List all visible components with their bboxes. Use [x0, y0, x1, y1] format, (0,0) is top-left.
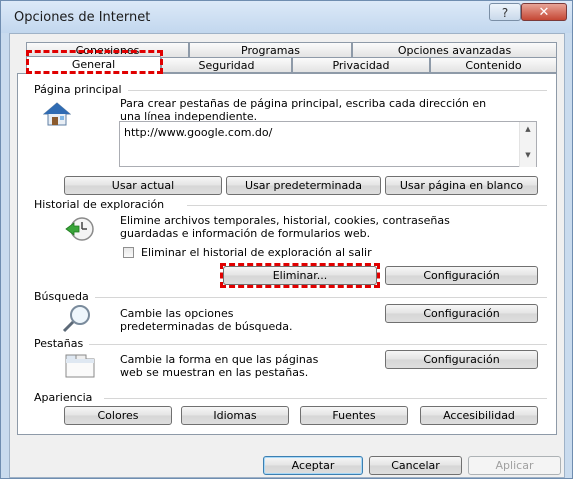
tab-opciones-avanzadas[interactable]: Opciones avanzadas: [352, 42, 557, 58]
use-blank-button[interactable]: Usar página en blanco: [385, 176, 538, 195]
languages-button[interactable]: Idiomas: [181, 406, 289, 425]
search-section-label: Búsqueda: [34, 290, 95, 303]
scroll-down-icon[interactable]: ▼: [520, 151, 536, 159]
home-description: Para crear pestañas de página principal,…: [120, 97, 486, 123]
ok-button[interactable]: Aceptar: [263, 456, 363, 475]
delete-on-exit-label[interactable]: Eliminar el historial de exploración al …: [141, 246, 372, 259]
highlight-general-tab: [26, 50, 163, 74]
tabs-section-label: Pestañas: [34, 337, 90, 350]
delete-on-exit-checkbox[interactable]: [123, 247, 134, 258]
tabs-desc-line1: Cambie la forma en que las páginas: [120, 353, 319, 366]
textarea-scrollbar[interactable]: ▲ ▼: [519, 122, 536, 167]
tab-seguridad[interactable]: Seguridad: [161, 57, 292, 73]
title-bar[interactable]: Opciones de Internet ? ✕: [1, 1, 572, 33]
history-desc-line2: guardadas e información de formularios w…: [120, 227, 371, 240]
history-clock-icon: [65, 215, 95, 243]
scroll-up-icon[interactable]: ▲: [520, 125, 536, 133]
magnifier-icon: [61, 304, 93, 334]
search-description: Cambie las opciones predeterminadas de b…: [120, 307, 293, 333]
home-section-label: Página principal: [34, 83, 128, 96]
tab-privacidad[interactable]: Privacidad: [292, 57, 430, 73]
fonts-button[interactable]: Fuentes: [300, 406, 408, 425]
home-page-textarea[interactable]: http://www.google.com.do/ ▲ ▼: [119, 121, 537, 167]
search-desc-line2: predeterminadas de búsqueda.: [120, 320, 293, 333]
colors-button[interactable]: Colores: [64, 406, 172, 425]
apply-button[interactable]: Aplicar: [468, 456, 561, 475]
tabs-window-icon: [65, 354, 95, 378]
history-section-label: Historial de exploración: [34, 198, 171, 211]
house-icon: [42, 101, 72, 127]
appearance-section-label: Apariencia: [34, 391, 99, 404]
divider: [104, 398, 547, 399]
tab-contenido[interactable]: Contenido: [430, 57, 557, 73]
history-description: Elimine archivos temporales, historial, …: [120, 214, 450, 240]
history-settings-button[interactable]: Configuración: [385, 266, 538, 285]
close-button[interactable]: ✕: [521, 3, 567, 21]
accessibility-button[interactable]: Accesibilidad: [420, 406, 538, 425]
tabs-description: Cambie la forma en que las páginas web s…: [120, 353, 318, 379]
help-button[interactable]: ?: [489, 3, 521, 21]
search-settings-button[interactable]: Configuración: [385, 304, 538, 323]
history-desc-line1: Elimine archivos temporales, historial, …: [120, 214, 450, 227]
divider: [89, 344, 547, 345]
highlight-delete-button: [220, 263, 380, 288]
window-title: Opciones de Internet: [14, 10, 151, 25]
search-desc-line1: Cambie las opciones: [120, 307, 234, 320]
divider: [187, 205, 547, 206]
tabs-desc-line2: web se muestran en las pestañas.: [120, 366, 309, 379]
tabs-settings-button[interactable]: Configuración: [385, 350, 538, 369]
home-desc-line1: Para crear pestañas de página principal,…: [120, 97, 487, 110]
divider: [95, 297, 547, 298]
use-current-button[interactable]: Usar actual: [64, 176, 222, 195]
home-url-text: http://www.google.com.do/: [124, 126, 273, 139]
cancel-button[interactable]: Cancelar: [369, 456, 462, 475]
dialog-window: Opciones de Internet ? ✕ Conexiones Prog…: [0, 0, 573, 479]
divider: [121, 90, 547, 91]
use-default-button[interactable]: Usar predeterminada: [226, 176, 381, 195]
tab-programas[interactable]: Programas: [189, 42, 352, 58]
